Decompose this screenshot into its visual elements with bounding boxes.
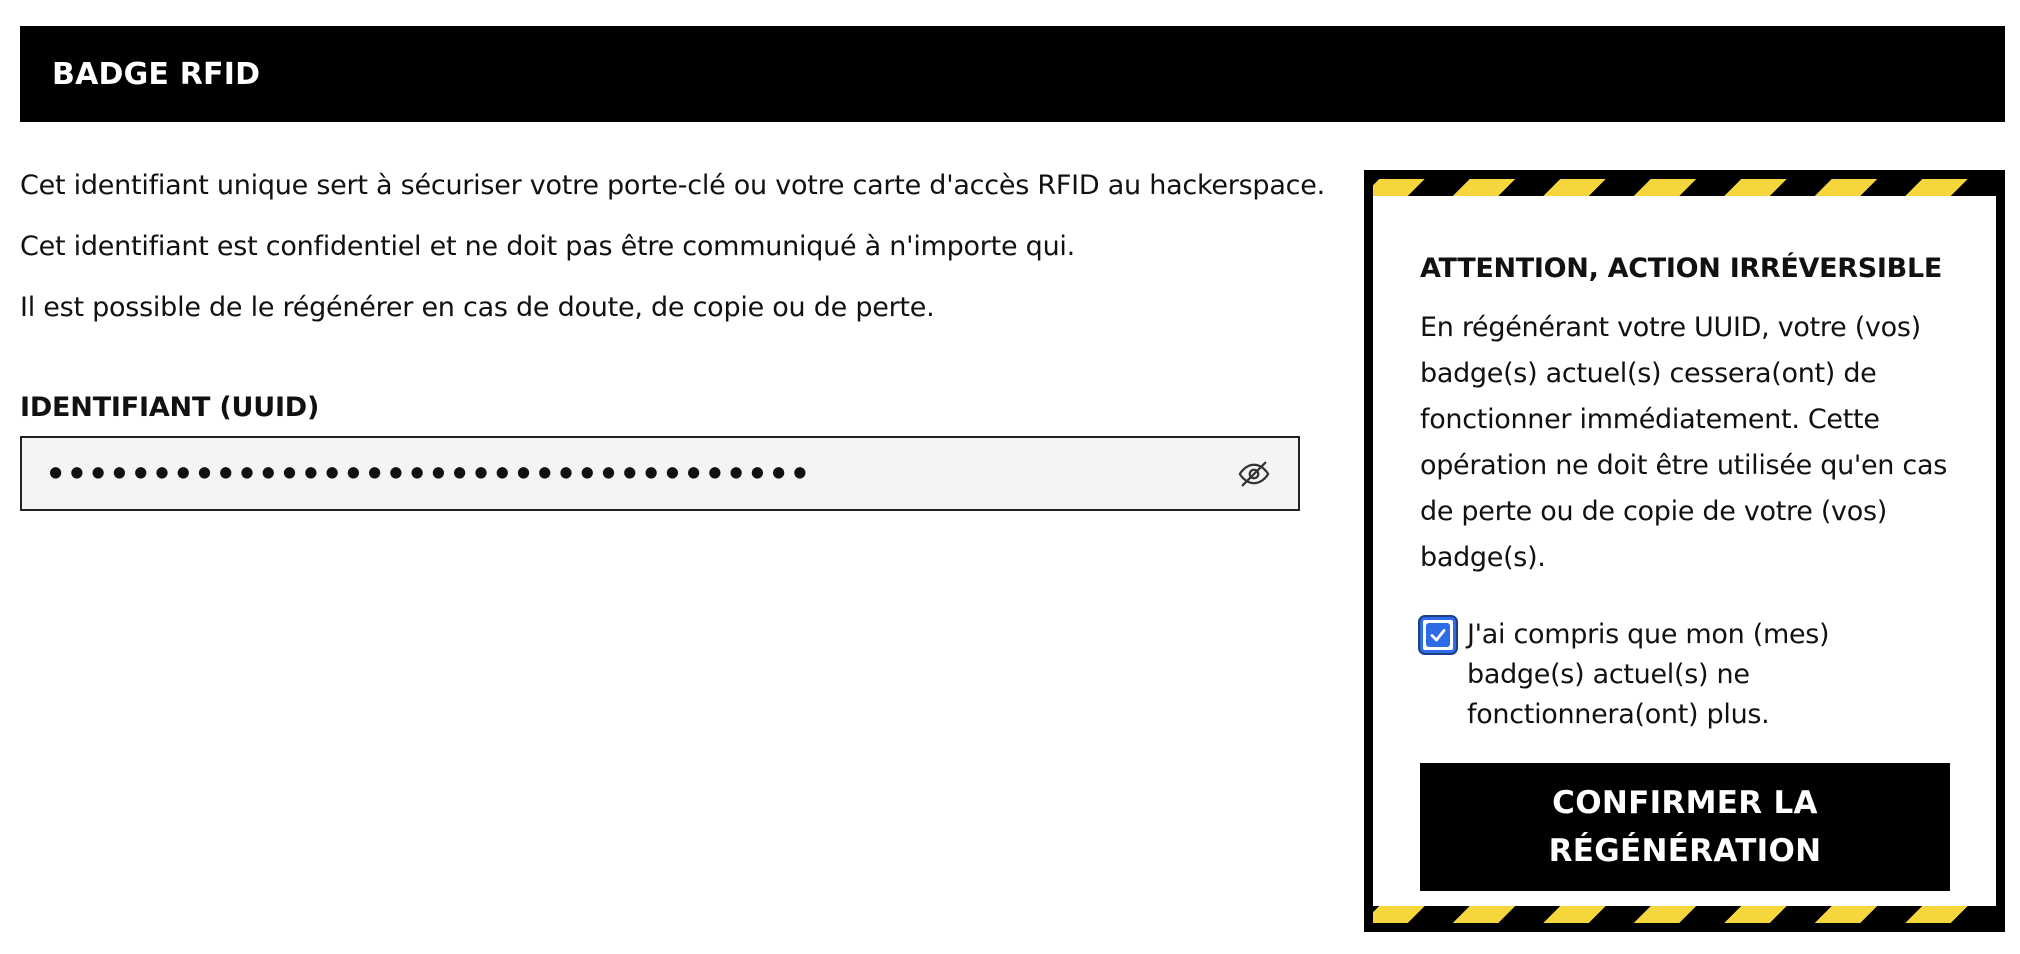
warning-panel: ATTENTION, ACTION IRRÉVERSIBLE En régéné…	[1364, 170, 2005, 932]
uuid-field	[20, 436, 1300, 511]
intro-paragraph: Cet identifiant unique sert à sécuriser …	[20, 170, 1325, 201]
checkmark-icon	[1430, 629, 1446, 642]
page: BADGE RFID Cet identifiant unique sert à…	[0, 0, 2020, 954]
uuid-input[interactable]	[22, 438, 1224, 509]
intro-text: Cet identifiant unique sert à sécuriser …	[20, 168, 1325, 351]
warning-content: ATTENTION, ACTION IRRÉVERSIBLE En régéné…	[1420, 251, 1950, 891]
intro-paragraph: Cet identifiant est confidentiel et ne d…	[20, 231, 1076, 262]
warning-title: ATTENTION, ACTION IRRÉVERSIBLE	[1420, 253, 1943, 284]
uuid-label: IDENTIFIANT (UUID)	[20, 392, 320, 423]
eye-off-icon	[1238, 461, 1270, 486]
section-header: BADGE RFID	[20, 26, 2005, 122]
intro-paragraph: Il est possible de le régénérer en cas d…	[20, 292, 935, 323]
hazard-stripe-bottom	[1373, 906, 1996, 923]
warning-text: En régénérant votre UUID, votre (vos) ba…	[1420, 312, 1947, 573]
checkbox-fill	[1426, 623, 1450, 647]
acknowledge-checkbox[interactable]	[1420, 617, 1456, 653]
confirm-button-label: CONFIRMER LA RÉGÉNÉRATION	[1548, 785, 1822, 869]
confirm-regeneration-button[interactable]: CONFIRMER LA RÉGÉNÉRATION	[1420, 763, 1950, 891]
acknowledge-label[interactable]: J'ai compris que mon (mes) badge(s) actu…	[1467, 615, 1950, 735]
hazard-stripe-top	[1373, 179, 1996, 196]
section-title: BADGE RFID	[52, 56, 261, 92]
acknowledge-row: J'ai compris que mon (mes) badge(s) actu…	[1420, 615, 1950, 735]
toggle-visibility-button[interactable]	[1224, 444, 1284, 504]
